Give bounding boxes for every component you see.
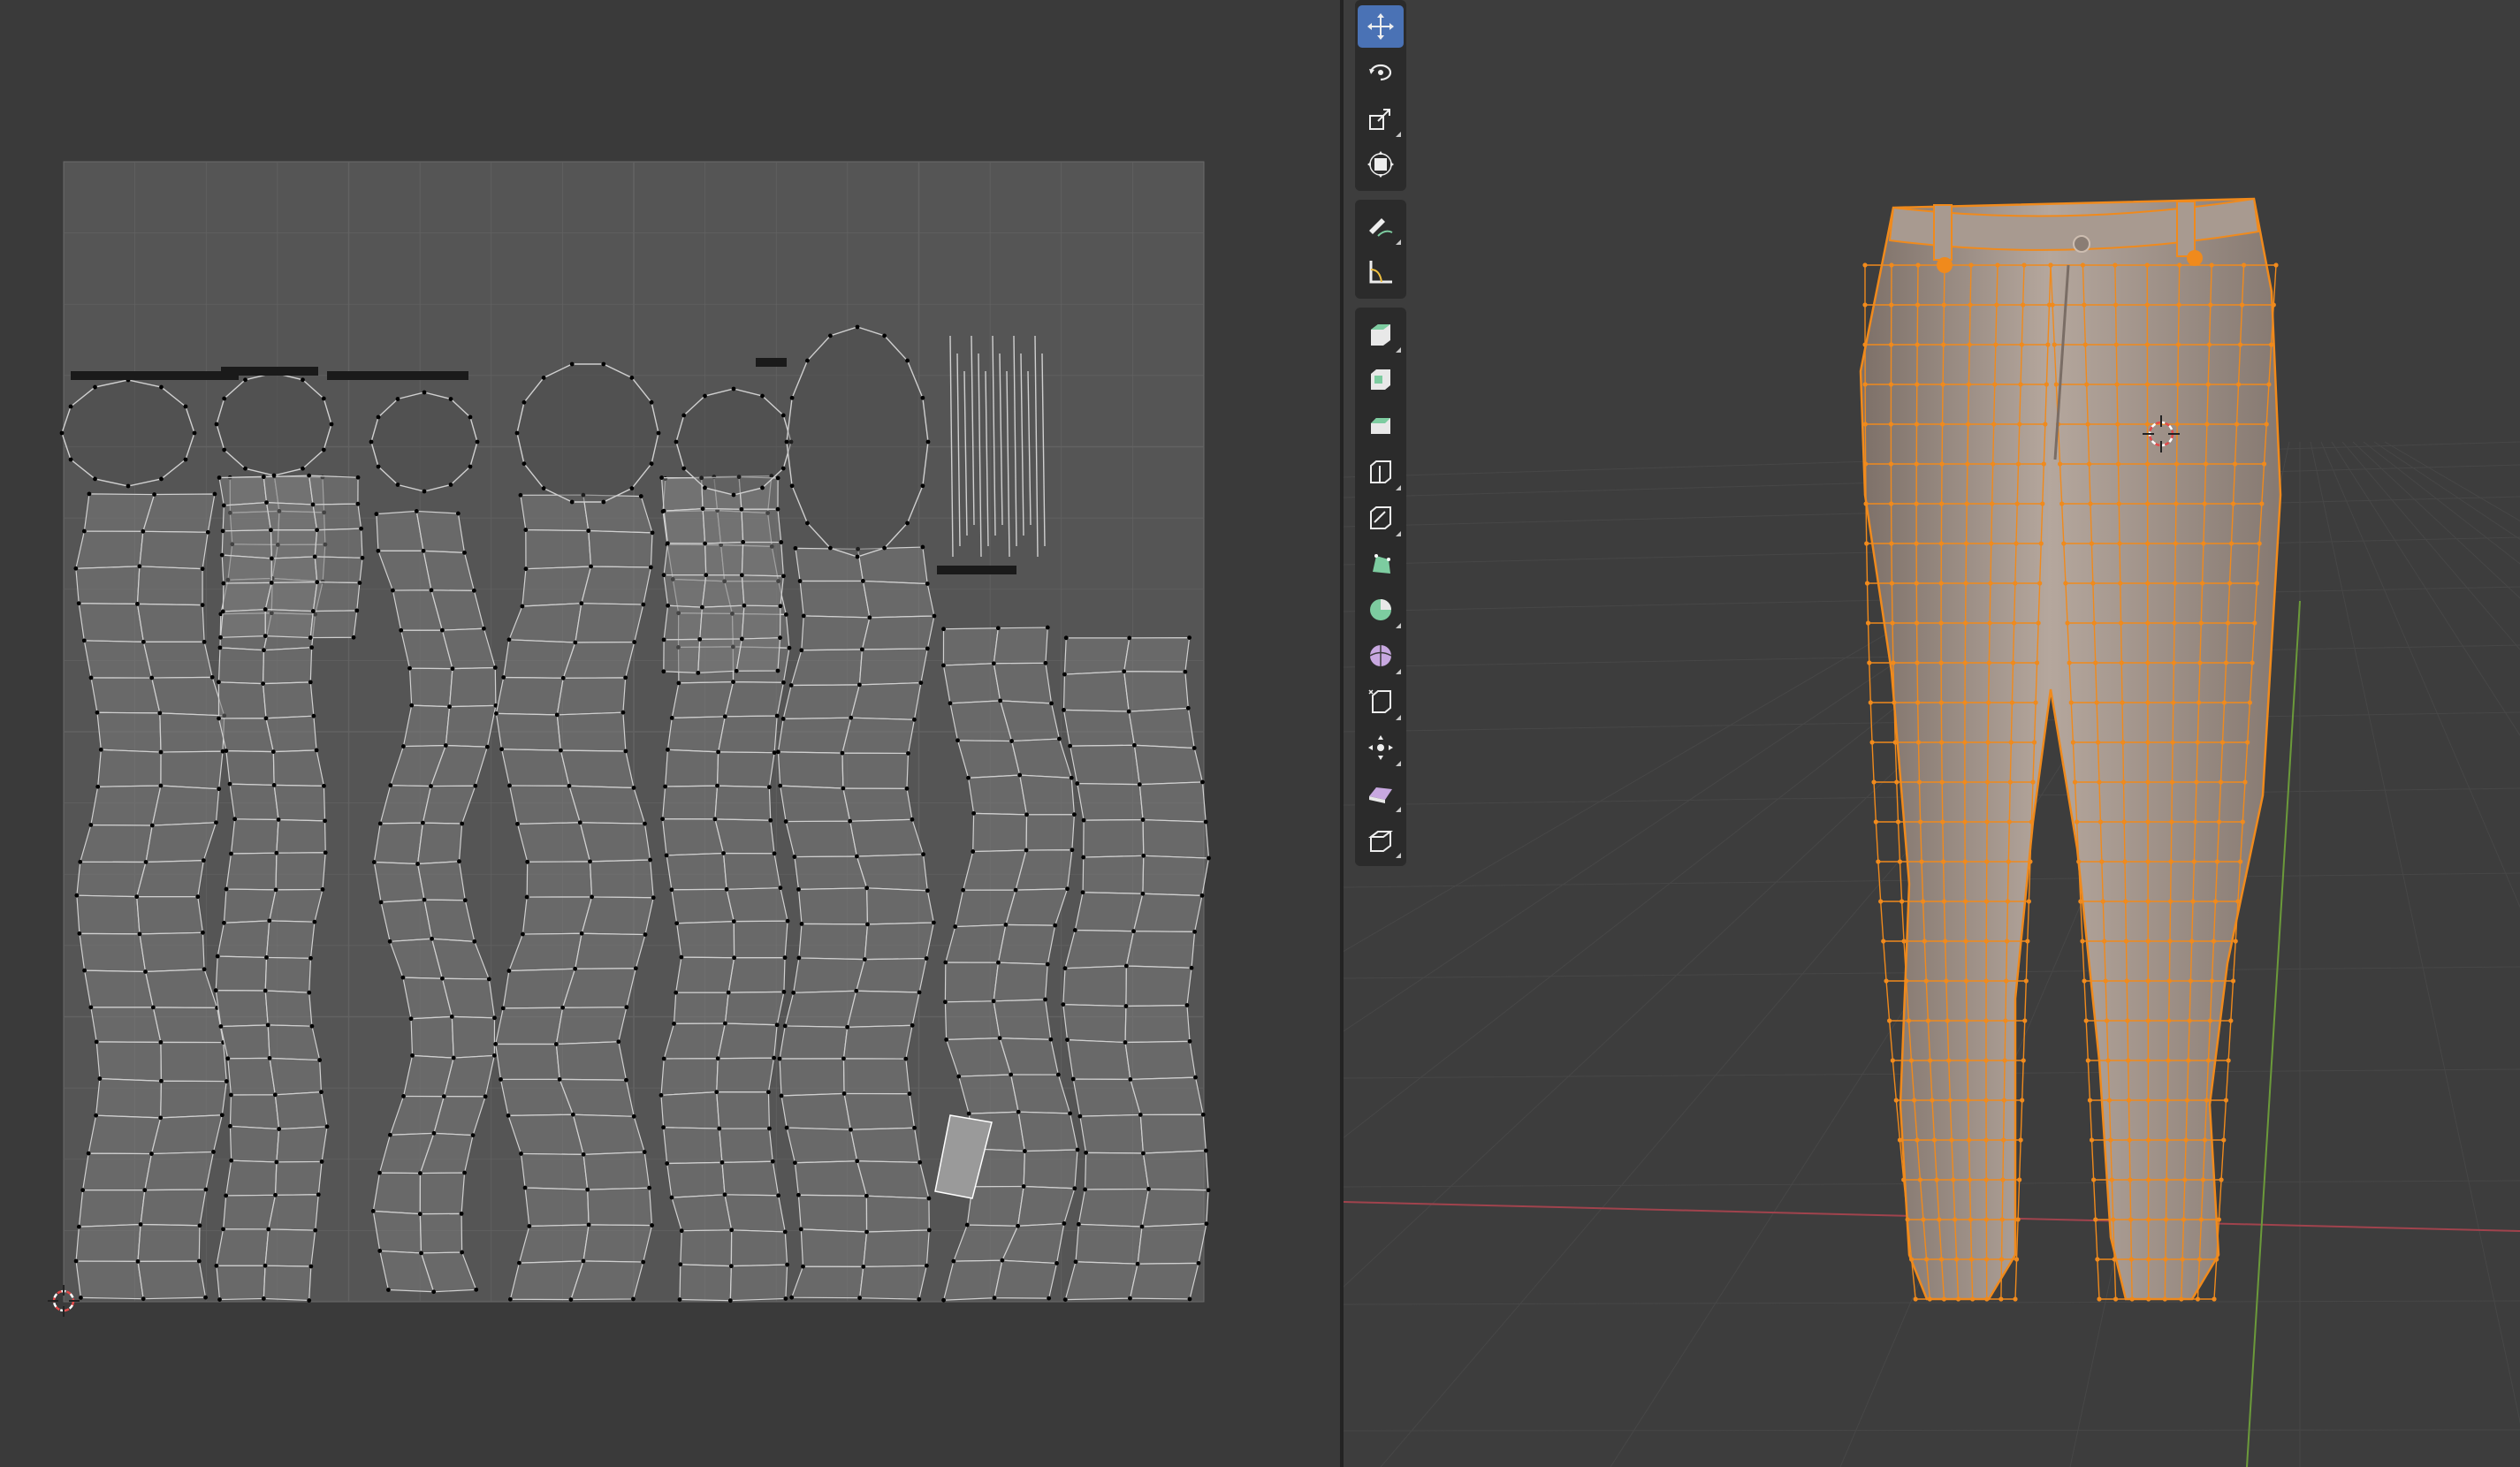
rotate-tool-button[interactable] <box>1358 51 1404 94</box>
poly-build-icon <box>1373 554 1390 574</box>
loop-cut-tool-button[interactable] <box>1358 451 1404 493</box>
extrude-region-icon <box>1371 324 1390 346</box>
transform-tool-group <box>1355 0 1406 191</box>
grid-line <box>2341 441 2520 650</box>
button <box>2073 235 2090 253</box>
inset-faces-icon <box>1371 369 1390 390</box>
uv-island <box>756 358 787 367</box>
grid-line <box>2310 441 2520 1424</box>
bevel-tool-button[interactable] <box>1358 405 1404 447</box>
rotate-icon <box>1369 64 1392 81</box>
grid-line <box>2331 441 2520 737</box>
uv-island <box>775 544 937 1302</box>
grid-line <box>2352 441 2520 599</box>
knife-icon <box>1370 506 1391 529</box>
spin-icon <box>1370 599 1391 620</box>
poly-build-tool-button[interactable] <box>1358 543 1404 585</box>
uv-island <box>327 371 468 380</box>
toolbar <box>1352 0 1409 875</box>
scale-tool-button[interactable] <box>1358 97 1404 140</box>
annotate-icon <box>1369 218 1393 237</box>
bevel-icon <box>1371 418 1390 434</box>
smooth-tool-button[interactable] <box>1358 635 1404 677</box>
uv-editor[interactable] <box>0 0 1340 1467</box>
belt-loop <box>1933 204 1953 261</box>
extrude-region-tool-button[interactable] <box>1358 313 1404 355</box>
rip-region-icon <box>1368 831 1393 852</box>
annotate-tool-button[interactable] <box>1358 205 1404 247</box>
knife-tool-button[interactable] <box>1358 497 1404 539</box>
2d-cursor-icon[interactable] <box>46 1283 81 1322</box>
measure-tool-button[interactable] <box>1358 251 1404 293</box>
uv-canvas[interactable] <box>0 0 1340 1467</box>
rip-region-tool-button[interactable] <box>1358 818 1404 861</box>
uv-island <box>1061 635 1211 1302</box>
scale-icon <box>1369 109 1390 130</box>
3d-viewport[interactable] <box>1344 0 2520 1467</box>
edge-slide-tool-button[interactable] <box>1358 680 1404 723</box>
uv-island <box>937 566 1016 574</box>
3d-cursor-icon[interactable] <box>2141 414 2181 458</box>
mesh-edit-tool-group <box>1355 308 1406 866</box>
shear-icon <box>1369 787 1392 803</box>
inset-faces-tool-button[interactable] <box>1358 359 1404 401</box>
move-tool-button[interactable] <box>1358 5 1404 48</box>
edge-slide-icon <box>1368 689 1391 713</box>
measure-icon <box>1369 261 1392 284</box>
spin-tool-button[interactable] <box>1358 589 1404 631</box>
smooth-icon <box>1369 645 1392 666</box>
transform-tool-button[interactable] <box>1358 143 1404 186</box>
uv-island <box>217 473 365 640</box>
grid-line <box>2373 441 2520 540</box>
uv-island <box>71 371 239 380</box>
uv-island <box>221 367 318 376</box>
annotate-tool-group <box>1355 200 1406 299</box>
grid-line <box>2384 441 2520 522</box>
shear-tool-button[interactable] <box>1358 772 1404 815</box>
move-icon <box>1367 13 1394 40</box>
grid-line <box>1344 1429 2520 1432</box>
selected-vertex <box>1937 257 1953 273</box>
uv-island <box>659 475 786 675</box>
selected-vertex <box>2187 250 2203 266</box>
shrink-fatten-tool-button[interactable] <box>1358 726 1404 769</box>
loop-cut-icon <box>1370 460 1391 483</box>
transform-icon <box>1367 151 1394 178</box>
shrink-fatten-icon <box>1368 735 1393 760</box>
viewport-canvas[interactable] <box>1344 0 2520 1467</box>
pants-mesh <box>1859 197 2282 1302</box>
uv-island <box>784 324 931 559</box>
belt-loop <box>2176 201 2196 257</box>
pants-surface <box>1859 197 2282 1301</box>
